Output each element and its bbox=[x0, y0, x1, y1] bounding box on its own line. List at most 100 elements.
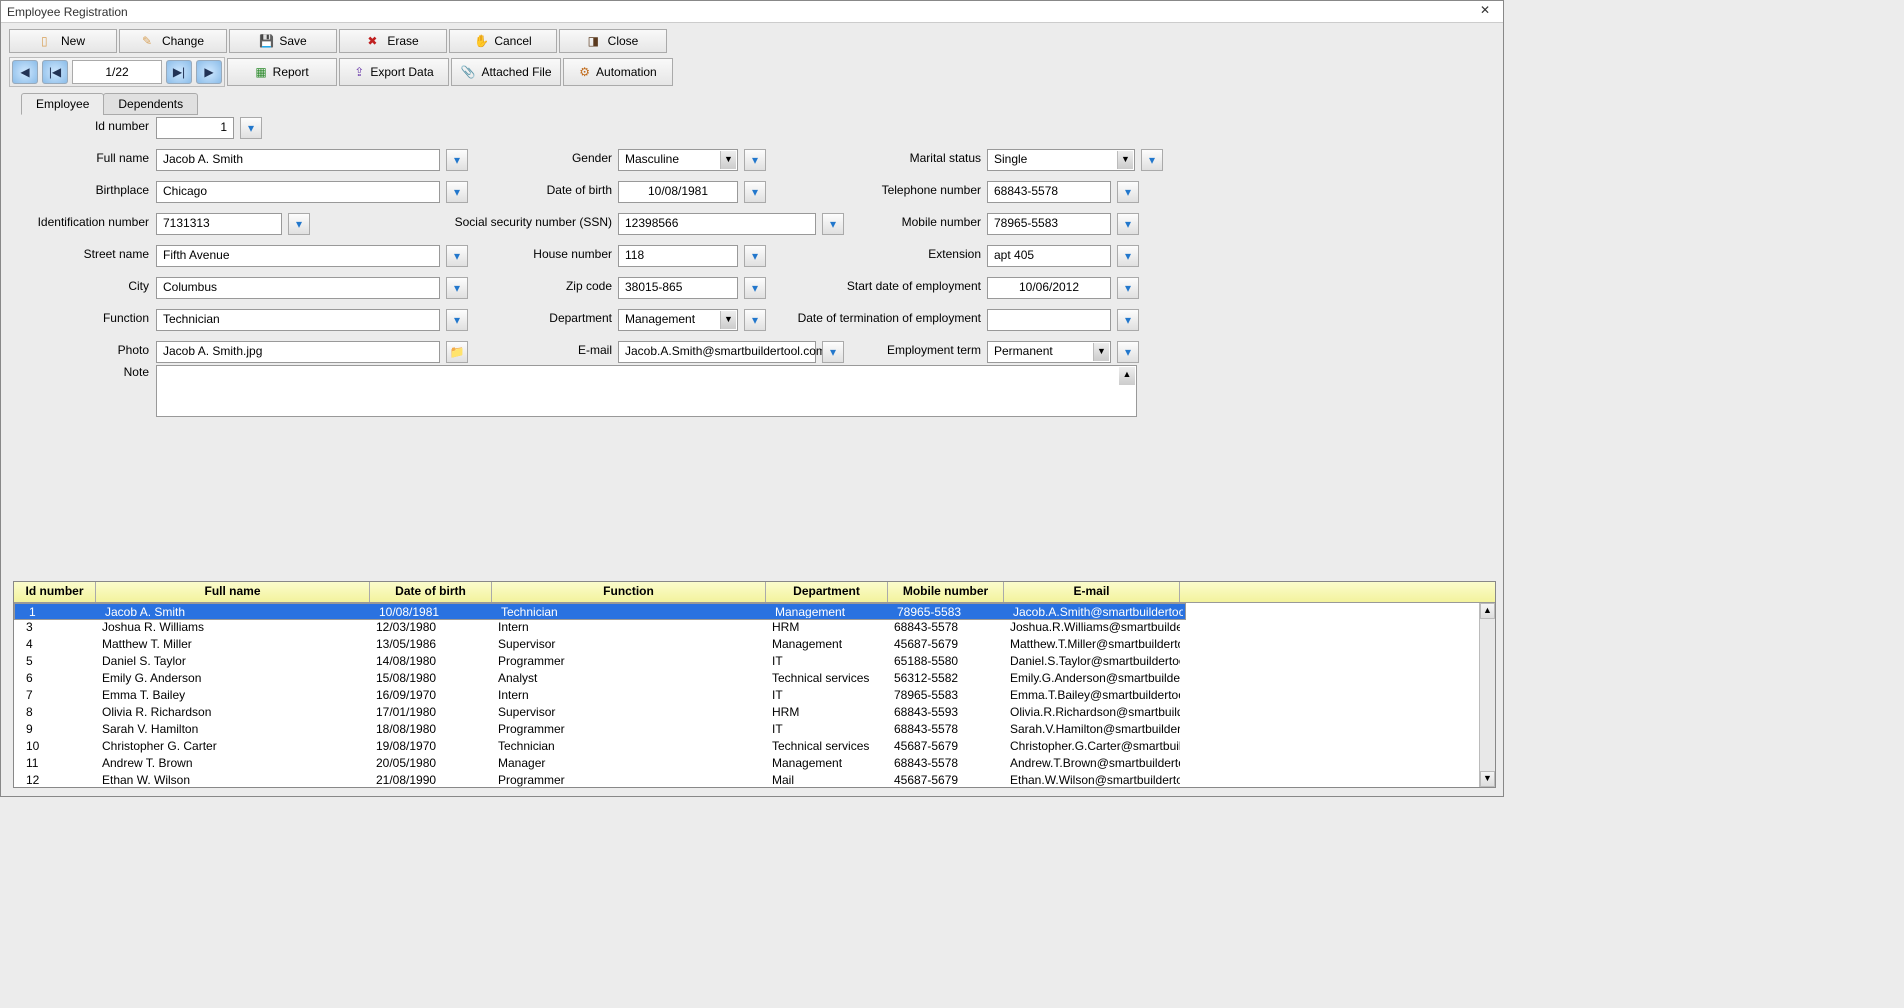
table-row[interactable]: 9Sarah V. Hamilton18/08/1980ProgrammerIT… bbox=[14, 722, 1495, 739]
house-input[interactable]: 118 bbox=[618, 245, 738, 267]
cell-dob: 20/05/1980 bbox=[370, 756, 492, 773]
close-button[interactable]: ◨Close bbox=[559, 29, 667, 53]
street-input[interactable]: Fifth Avenue bbox=[156, 245, 440, 267]
id-input[interactable]: 1 bbox=[156, 117, 234, 139]
filter-birthplace-button[interactable]: ▾ bbox=[446, 181, 468, 203]
marital-select[interactable]: Single▼ bbox=[987, 149, 1135, 171]
col-mob[interactable]: Mobile number bbox=[888, 582, 1004, 602]
filter-idnum-button[interactable]: ▾ bbox=[288, 213, 310, 235]
table-row[interactable]: 7Emma T. Bailey16/09/1970InternIT78965-5… bbox=[14, 688, 1495, 705]
grid-scrollbar[interactable]: ▲ ▼ bbox=[1479, 603, 1495, 787]
col-func[interactable]: Function bbox=[492, 582, 766, 602]
table-row[interactable]: 8Olivia R. Richardson17/01/1980Superviso… bbox=[14, 705, 1495, 722]
attached-file-button[interactable]: 📎Attached File bbox=[451, 58, 561, 86]
filter-start-button[interactable]: ▾ bbox=[1117, 277, 1139, 299]
cell-dob: 21/08/1990 bbox=[370, 773, 492, 788]
scroll-down-icon[interactable]: ▼ bbox=[1480, 771, 1495, 787]
nav-next-button[interactable]: ▶| bbox=[166, 60, 192, 84]
termend-input[interactable] bbox=[987, 309, 1111, 331]
col-name[interactable]: Full name bbox=[96, 582, 370, 602]
filter-house-button[interactable]: ▾ bbox=[744, 245, 766, 267]
filter-tel-button[interactable]: ▾ bbox=[1117, 181, 1139, 203]
cell-func: Programmer bbox=[492, 773, 766, 788]
report-button[interactable]: ▦Report bbox=[227, 58, 337, 86]
filter-termend-button[interactable]: ▾ bbox=[1117, 309, 1139, 331]
label-mob: Mobile number bbox=[851, 215, 981, 229]
filter-term-button[interactable]: ▾ bbox=[1117, 341, 1139, 363]
department-select[interactable]: Management▼ bbox=[618, 309, 738, 331]
save-button[interactable]: 💾Save bbox=[229, 29, 337, 53]
change-button[interactable]: ✎Change bbox=[119, 29, 227, 53]
cell-mob: 45687-5679 bbox=[888, 773, 1004, 788]
main-toolbar: ▯New ✎Change 💾Save ✖Erase ✋Cancel ◨Close bbox=[9, 29, 1495, 53]
fullname-input[interactable]: Jacob A. Smith bbox=[156, 149, 440, 171]
chevron-down-icon: ▼ bbox=[720, 151, 736, 169]
cell-mob: 68843-5578 bbox=[888, 756, 1004, 773]
erase-button[interactable]: ✖Erase bbox=[339, 29, 447, 53]
table-row[interactable]: 10Christopher G. Carter19/08/1970Technic… bbox=[14, 739, 1495, 756]
nav-first-button[interactable]: ◀ bbox=[12, 60, 38, 84]
table-row[interactable]: 11Andrew T. Brown20/05/1980ManagerManage… bbox=[14, 756, 1495, 773]
col-dept[interactable]: Department bbox=[766, 582, 888, 602]
filter-zip-button[interactable]: ▾ bbox=[744, 277, 766, 299]
col-mail[interactable]: E-mail bbox=[1004, 582, 1180, 602]
browse-photo-button[interactable]: 📁 bbox=[446, 341, 468, 363]
term-select[interactable]: Permanent▼ bbox=[987, 341, 1111, 363]
filter-ssn-button[interactable]: ▾ bbox=[822, 213, 844, 235]
nav-prev-button[interactable]: |◀ bbox=[42, 60, 68, 84]
dob-input[interactable]: 10/08/1981 bbox=[618, 181, 738, 203]
export-button[interactable]: ⇪Export Data bbox=[339, 58, 449, 86]
table-row[interactable]: 3Joshua R. Williams12/03/1980InternHRM68… bbox=[14, 620, 1495, 637]
function-input[interactable]: Technician bbox=[156, 309, 440, 331]
table-row[interactable]: 12Ethan W. Wilson21/08/1990ProgrammerMai… bbox=[14, 773, 1495, 788]
ext-input[interactable]: apt 405 bbox=[987, 245, 1111, 267]
photo-input[interactable]: Jacob A. Smith.jpg bbox=[156, 341, 440, 363]
filter-email-button[interactable]: ▾ bbox=[822, 341, 844, 363]
window: Employee Registration ✕ ▯New ✎Change 💾Sa… bbox=[0, 0, 1504, 797]
filter-function-button[interactable]: ▾ bbox=[446, 309, 468, 331]
cell-id: 7 bbox=[14, 688, 96, 705]
cancel-button[interactable]: ✋Cancel bbox=[449, 29, 557, 53]
filter-id-button[interactable]: ▾ bbox=[240, 117, 262, 139]
start-input[interactable]: 10/06/2012 bbox=[987, 277, 1111, 299]
filter-dept-button[interactable]: ▾ bbox=[744, 309, 766, 331]
erase-label: Erase bbox=[387, 34, 418, 48]
mob-input[interactable]: 78965-5583 bbox=[987, 213, 1111, 235]
cell-mail: Ethan.W.Wilson@smartbuildertool.c bbox=[1004, 773, 1180, 788]
filter-mob-button[interactable]: ▾ bbox=[1117, 213, 1139, 235]
table-row[interactable]: 5Daniel S. Taylor14/08/1980ProgrammerIT6… bbox=[14, 654, 1495, 671]
table-row[interactable]: 6Emily G. Anderson15/08/1980AnalystTechn… bbox=[14, 671, 1495, 688]
nav-last-button[interactable]: ▶ bbox=[196, 60, 222, 84]
filter-ext-button[interactable]: ▾ bbox=[1117, 245, 1139, 267]
city-input[interactable]: Columbus bbox=[156, 277, 440, 299]
birthplace-input[interactable]: Chicago bbox=[156, 181, 440, 203]
table-row[interactable]: 4Matthew T. Miller13/05/1986SupervisorMa… bbox=[14, 637, 1495, 654]
new-button[interactable]: ▯New bbox=[9, 29, 117, 53]
triangle-left-icon: ◀ bbox=[20, 65, 29, 79]
cell-id: 1 bbox=[17, 605, 99, 618]
col-id[interactable]: Id number bbox=[14, 582, 96, 602]
tel-input[interactable]: 68843-5578 bbox=[987, 181, 1111, 203]
change-label: Change bbox=[162, 34, 204, 48]
gender-select[interactable]: Masculine▼ bbox=[618, 149, 738, 171]
col-dob[interactable]: Date of birth bbox=[370, 582, 492, 602]
idnum-input[interactable]: 7131313 bbox=[156, 213, 282, 235]
filter-marital-button[interactable]: ▾ bbox=[1141, 149, 1163, 171]
zip-input[interactable]: 38015-865 bbox=[618, 277, 738, 299]
folder-icon: 📁 bbox=[450, 345, 465, 359]
ssn-input[interactable]: 12398566 bbox=[618, 213, 816, 235]
filter-dob-button[interactable]: ▾ bbox=[744, 181, 766, 203]
close-icon[interactable]: ✕ bbox=[1473, 3, 1497, 17]
filter-fullname-button[interactable]: ▾ bbox=[446, 149, 468, 171]
secondary-toolbar: ◀ |◀ 1/22 ▶| ▶ ▦Report ⇪Export Data 📎Att… bbox=[9, 57, 1495, 87]
table-row[interactable]: 1Jacob A. Smith10/08/1981TechnicianManag… bbox=[14, 603, 1186, 620]
filter-street-button[interactable]: ▾ bbox=[446, 245, 468, 267]
filter-city-button[interactable]: ▾ bbox=[446, 277, 468, 299]
grid-header: Id number Full name Date of birth Functi… bbox=[14, 582, 1495, 603]
email-input[interactable]: Jacob.A.Smith@smartbuildertool.com bbox=[618, 341, 816, 363]
scroll-up-icon[interactable]: ▲ bbox=[1480, 603, 1495, 619]
cell-mail: Emily.G.Anderson@smartbuildertool bbox=[1004, 671, 1180, 688]
note-textarea[interactable]: ▲ bbox=[156, 365, 1137, 417]
automation-button[interactable]: ⚙Automation bbox=[563, 58, 673, 86]
filter-gender-button[interactable]: ▾ bbox=[744, 149, 766, 171]
